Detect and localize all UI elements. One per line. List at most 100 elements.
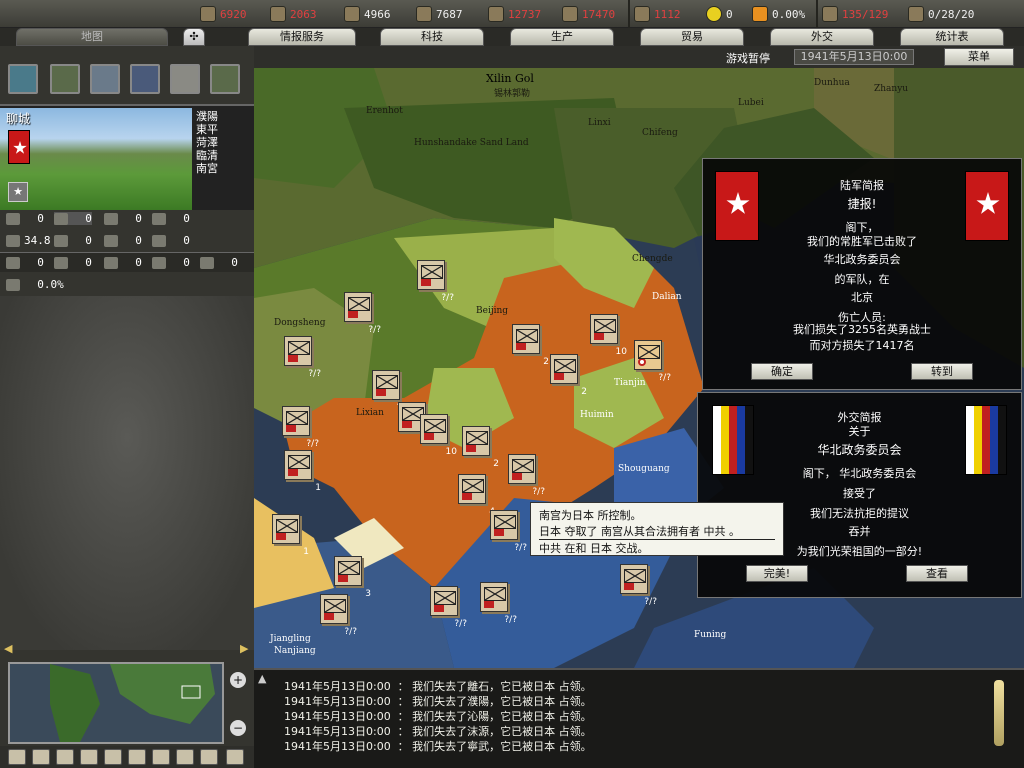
manpower-resource[interactable]: 1112	[634, 5, 681, 23]
army-counter[interactable]: ?/?	[490, 510, 527, 553]
map-mode-naval-button[interactable]	[130, 64, 160, 94]
filter-terrain-icon[interactable]	[8, 749, 26, 765]
map-label: Dunhua	[814, 78, 850, 88]
tab-diplomacy[interactable]: 外交	[770, 28, 874, 46]
army-counter[interactable]: 10	[590, 314, 627, 357]
map-mode-leader-button[interactable]	[170, 64, 200, 94]
filter-air-icon[interactable]	[128, 749, 146, 765]
energy-resource[interactable]: 6920	[200, 5, 247, 23]
army-counter[interactable]: ?/?	[430, 586, 467, 629]
stat-rare: 0	[152, 256, 190, 269]
neighbor-province[interactable]: 菏澤	[196, 136, 218, 149]
army-counter[interactable]: ?/?	[480, 582, 517, 625]
supplies-resource[interactable]: 12737	[488, 5, 541, 23]
army-report-line: 我们的常胜军已击败了	[807, 235, 917, 248]
star-icon[interactable]: ★	[8, 182, 28, 202]
army-counter[interactable]: 2	[462, 426, 499, 469]
filter-ic-icon[interactable]	[200, 749, 218, 765]
filter-supply-icon[interactable]	[176, 749, 194, 765]
army-counter[interactable]: 2	[512, 324, 549, 367]
filter-resource-icon[interactable]	[104, 749, 122, 765]
neighbor-province[interactable]: 濮陽	[196, 110, 218, 123]
army-counter[interactable]: ?/?	[344, 292, 381, 335]
map-mode-terrain-button[interactable]	[8, 64, 38, 94]
neighbor-province[interactable]: 東平	[196, 123, 218, 136]
metal-resource[interactable]: 2063	[270, 5, 317, 23]
stat-factory: 0	[152, 212, 190, 225]
army-report-ok-button[interactable]: 确定	[751, 363, 813, 380]
pause-label[interactable]: 游戏暂停	[726, 50, 770, 66]
army-counter[interactable]: 1	[284, 450, 321, 493]
scroll-left-icon[interactable]: ◀	[4, 642, 12, 655]
diplo-report-ok-button[interactable]: 完美!	[746, 565, 808, 582]
oil-resource[interactable]: 7687	[416, 5, 463, 23]
province-owner-flag	[8, 130, 30, 164]
stat-energy: 0	[54, 256, 92, 269]
army-counter[interactable]: ?/?	[372, 370, 409, 413]
army-counter[interactable]: ?/?	[284, 336, 321, 379]
army-counter[interactable]: ?/?	[417, 260, 454, 303]
map-label: Huimin	[580, 410, 614, 420]
dissent-icon	[752, 6, 768, 22]
tab-map[interactable]: 地图	[16, 28, 168, 46]
army-counter[interactable]: 10	[420, 414, 457, 457]
map-label: 锡林郭勒	[494, 89, 531, 99]
tab-technology[interactable]: 科技	[380, 28, 484, 46]
filter-unit-icon[interactable]	[80, 749, 98, 765]
map-label: Beijing	[476, 306, 509, 316]
diplo-report-line: 阁下， 华北政务委员会	[802, 467, 917, 480]
main-tabs: 地图 ✣ 情报服务 科技 生产 贸易 外交 统计表	[0, 28, 1024, 46]
map-mode-air-button[interactable]	[90, 64, 120, 94]
menu-button[interactable]: 菜单	[944, 48, 1014, 66]
map-mode-land-button[interactable]	[50, 64, 80, 94]
separator	[816, 0, 818, 28]
filter-land-icon[interactable]	[32, 749, 50, 765]
filter-naval-icon[interactable]	[152, 749, 170, 765]
cross-arrows-icon: ✣	[189, 30, 199, 43]
army-counter[interactable]: 1	[272, 514, 309, 557]
army-counter[interactable]: 2	[550, 354, 587, 397]
army-counter[interactable]: ?/?	[634, 340, 671, 383]
money-resource[interactable]: 17470	[562, 5, 615, 23]
log-collapse-icon[interactable]: ▲	[258, 672, 266, 685]
tab-production[interactable]: 生产	[510, 28, 614, 46]
map-mode-supply-button[interactable]	[210, 64, 240, 94]
neighbor-province[interactable]: 南宮	[196, 162, 218, 175]
diplo-report-about: 关于	[848, 425, 871, 438]
army-counter[interactable]: 4	[458, 474, 495, 517]
scroll-right-icon[interactable]: ▶	[240, 642, 248, 655]
tab-statistics[interactable]: 统计表	[900, 28, 1004, 46]
tab-toggle-button[interactable]: ✣	[183, 28, 205, 46]
fort-icon	[54, 213, 68, 225]
map-label: Zhanyu	[874, 84, 909, 94]
map-label: Chengde	[632, 254, 673, 264]
stat-fort[interactable]: 0	[54, 212, 92, 225]
neighbor-province[interactable]: 臨清	[196, 149, 218, 162]
log-entry: 1941年5月13日0:00 ： 我们失去了濮陽，它已被日本 占领。	[284, 695, 592, 708]
army-report-line: 的军队，在	[834, 273, 890, 286]
army-report-line: 华北政务委员会	[823, 253, 901, 266]
transport-resource[interactable]: 135/129	[822, 5, 888, 23]
map-label: Xilin Gol	[486, 72, 534, 85]
zoom-in-button[interactable]: +	[230, 672, 246, 688]
dissent-resource[interactable]: 0.00%	[752, 5, 805, 23]
transport-icon	[822, 6, 838, 22]
rare-materials-resource[interactable]: 4966	[344, 5, 391, 23]
log-scrollbar[interactable]	[994, 680, 1004, 746]
diplo-report-view-button[interactable]: 查看	[906, 565, 968, 582]
nuclear-resource[interactable]: 0	[706, 5, 733, 23]
zoom-out-button[interactable]: −	[230, 720, 246, 736]
filter-flag-icon[interactable]	[56, 749, 74, 765]
army-report-goto-button[interactable]: 转到	[911, 363, 973, 380]
army-counter[interactable]: ?/?	[620, 564, 657, 607]
army-counter[interactable]: ?/?	[508, 454, 545, 497]
map-label: Chifeng	[642, 128, 678, 138]
army-counter[interactable]: ?/?	[320, 594, 357, 637]
minimap[interactable]	[8, 662, 224, 744]
tab-intelligence[interactable]: 情报服务	[248, 28, 356, 46]
tab-trade[interactable]: 贸易	[640, 28, 744, 46]
army-counter[interactable]: 3	[334, 556, 371, 599]
army-counter[interactable]: ?/?	[282, 406, 319, 449]
filter-star-icon[interactable]	[226, 749, 244, 765]
escort-resource[interactable]: 0/28/20	[908, 5, 974, 23]
